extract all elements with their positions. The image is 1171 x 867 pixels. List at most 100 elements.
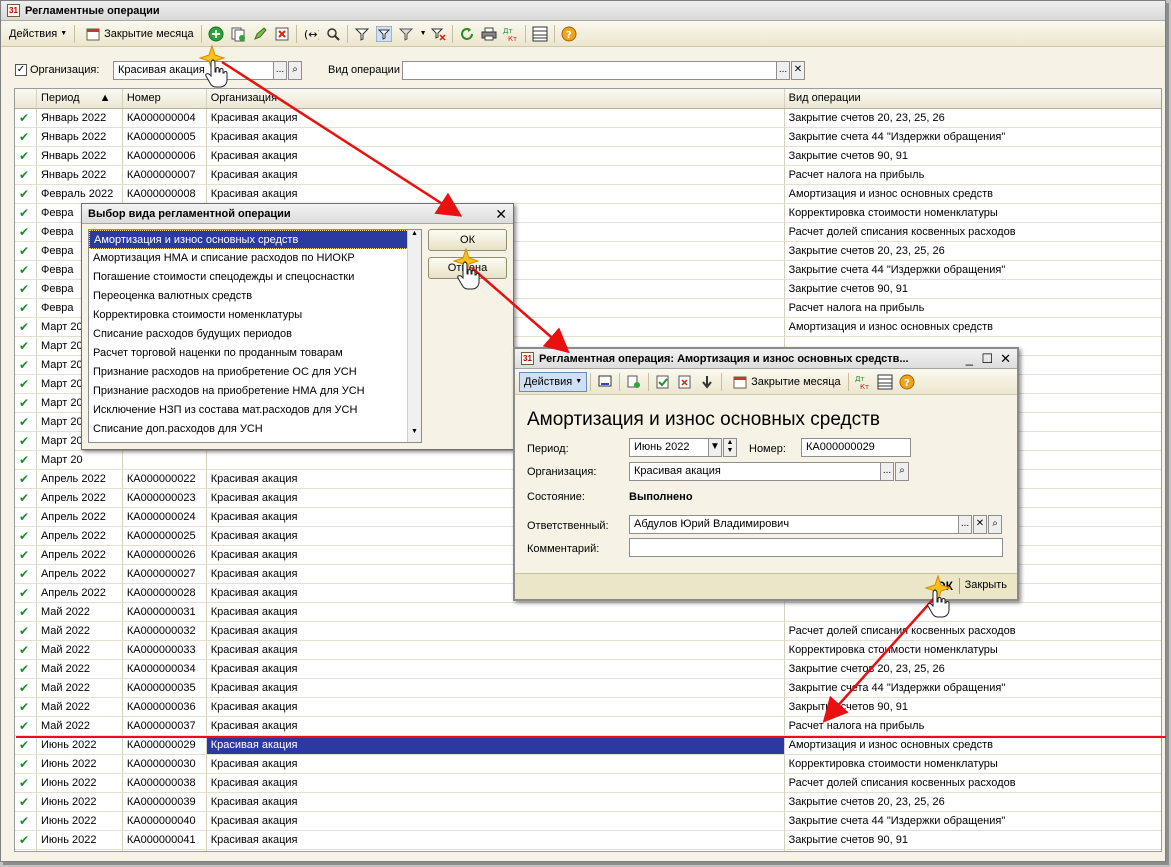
svg-text:Дт: Дт — [855, 375, 865, 383]
list-item[interactable]: Погашение стоимости спецодежды и спецосн… — [89, 268, 421, 287]
filter-icon[interactable] — [352, 24, 372, 44]
operation-cell — [785, 603, 1161, 621]
organization-cell: Красивая акация — [207, 717, 785, 735]
clear-icon[interactable]: ✕ — [973, 515, 987, 534]
table-row[interactable]: ✔ Июнь 2022 КА000000029 Красивая акация Амор… — [15, 736, 1161, 755]
select-button[interactable]: ... — [273, 61, 287, 80]
close-button[interactable]: Закрыть — [965, 579, 1007, 591]
header-operation[interactable]: Вид операции — [785, 89, 1161, 108]
organization-filter-checkbox[interactable]: ✓ — [15, 64, 27, 76]
close-month-button[interactable]: Закрытие месяца — [725, 372, 845, 392]
table-row[interactable]: ✔ Июнь 2022 КА000000040 Красивая акация Закр… — [15, 812, 1161, 831]
list-settings-icon[interactable] — [530, 24, 550, 44]
table-row[interactable]: ✔ Январь 2022 КА000000005 Красивая акация За… — [15, 128, 1161, 147]
spin-icon[interactable]: ▲ ▼ — [723, 438, 737, 457]
copy-icon[interactable] — [624, 372, 644, 392]
header-organization[interactable]: Организация — [207, 89, 785, 108]
list-item[interactable]: Признание расходов на приобретение НМА д… — [89, 382, 421, 401]
help-icon[interactable]: ? — [897, 372, 917, 392]
toolbar-separator — [721, 372, 723, 391]
search-icon[interactable]: ⌕ — [988, 515, 1002, 534]
header-number[interactable]: Номер — [123, 89, 207, 108]
number-cell: КА000000032 — [123, 622, 207, 640]
number-field[interactable]: КА000000029 — [801, 438, 911, 457]
unpost-icon[interactable] — [675, 372, 695, 392]
list-scrollbar[interactable]: ▲ ▼ — [407, 230, 421, 442]
filter-history-icon[interactable] — [396, 24, 416, 44]
edit-icon[interactable] — [250, 24, 270, 44]
table-row[interactable]: ✔ Май 2022 КА000000033 Красивая акация Корре… — [15, 641, 1161, 660]
ok-button[interactable]: ОК — [428, 229, 507, 251]
table-row[interactable]: ✔ Май 2022 КА000000034 Красивая акация Закры… — [15, 660, 1161, 679]
close-icon[interactable]: ✕ — [495, 206, 507, 223]
help-icon[interactable]: ? — [559, 24, 579, 44]
responsible-field[interactable]: Абдулов Юрий Владимирович — [629, 515, 959, 534]
actions-menu-button[interactable]: Действия ▼ — [5, 24, 71, 44]
list-item[interactable]: Расчет торговой наценки по проданным тов… — [89, 344, 421, 363]
search-icon[interactable] — [323, 24, 343, 44]
ok-button[interactable]: ОК — [936, 579, 953, 593]
search-icon[interactable]: ⌕ — [895, 462, 909, 481]
search-icon[interactable]: ⌕ — [288, 61, 302, 80]
filter-by-value-icon[interactable] — [374, 24, 394, 44]
delete-icon[interactable] — [272, 24, 292, 44]
period-field[interactable]: Июнь 2022 — [629, 438, 709, 457]
table-row[interactable]: ✔Июнь 2022КА000000042Красивая акацияРасч… — [15, 850, 1161, 851]
close-icon[interactable]: ✕ — [1000, 351, 1011, 367]
actions-menu-button[interactable]: Действия ▼ — [519, 371, 588, 392]
select-button[interactable]: ... — [958, 515, 972, 534]
list-item[interactable]: Признание расходов на приобретение ОС дл… — [89, 363, 421, 382]
print-icon[interactable] — [479, 24, 499, 44]
dropdown-arrow-icon[interactable]: ▼ — [420, 30, 427, 37]
maximize-icon[interactable]: ☐ — [981, 351, 993, 367]
table-row[interactable]: ✔ Май 2022 КА000000035 Красивая акация Закры… — [15, 679, 1161, 698]
list-settings-icon[interactable] — [875, 372, 895, 392]
minimize-icon[interactable]: _ — [966, 351, 973, 366]
table-row[interactable]: ✔ Май 2022 КА000000036 Красивая акация Закры… — [15, 698, 1161, 717]
list-item[interactable]: Списание расходов будущих периодов — [89, 325, 421, 344]
status-cell: ✔ — [15, 527, 37, 545]
select-button[interactable]: ... — [776, 61, 790, 80]
list-item[interactable]: Амортизация НМА и списание расходов по Н… — [89, 249, 421, 268]
op-filter-field[interactable] — [402, 61, 777, 80]
scroll-up-icon[interactable]: ▲ — [408, 230, 421, 244]
table-row[interactable]: ✔ Январь 2022 КА000000007 Красивая акация Ра… — [15, 166, 1161, 185]
clear-filter-icon[interactable] — [428, 24, 448, 44]
table-row[interactable]: ✔ Май 2022 КА000000037 Красивая акация Расче… — [15, 717, 1161, 736]
list-item[interactable]: Переоценка валютных средств — [89, 287, 421, 306]
table-row[interactable]: ✔ Июнь 2022 КА000000039 Красивая акация Закр… — [15, 793, 1161, 812]
clear-icon[interactable]: ✕ — [791, 61, 805, 80]
header-period[interactable]: Период ▲ — [37, 89, 123, 108]
cancel-button[interactable]: Отмена — [428, 257, 507, 279]
list-item[interactable]: Списание доп.расходов для УСН — [89, 420, 421, 439]
table-row[interactable]: ✔ Июнь 2022 КА000000041 Красивая акация Закр… — [15, 831, 1161, 850]
select-button[interactable]: ... — [880, 462, 894, 481]
scroll-down-icon[interactable]: ▼ — [408, 428, 421, 442]
dt-kt-icon[interactable]: Дт Кт — [853, 372, 873, 392]
table-row[interactable]: ✔ Январь 2022 КА000000004 Красивая акация За… — [15, 109, 1161, 128]
table-row[interactable]: ✔ Февраль 2022 КА000000008 Красивая акация А… — [15, 185, 1161, 204]
add-icon[interactable] — [206, 24, 226, 44]
dropdown-arrow-icon[interactable]: ▼ — [708, 438, 722, 457]
list-item[interactable]: Исключение НЗП из состава мат.расходов д… — [89, 401, 421, 420]
table-row[interactable]: ✔ Май 2022 КА000000032 Красивая акация Расче… — [15, 622, 1161, 641]
copy-icon[interactable] — [228, 24, 248, 44]
table-row[interactable]: ✔ Июнь 2022 КА000000038 Красивая акация Расч… — [15, 774, 1161, 793]
list-item[interactable]: Корректировка стоимости номенклатуры — [89, 306, 421, 325]
list-item[interactable]: Амортизация и износ основных средств — [89, 230, 421, 249]
posted-check-icon: ✔ — [19, 225, 30, 239]
post-icon[interactable] — [653, 372, 673, 392]
table-row[interactable]: ✔ Май 2022 КА000000031 Красивая акация — [15, 603, 1161, 622]
arrow-down-icon[interactable] — [697, 372, 717, 392]
post-and-close-icon[interactable] — [595, 372, 615, 392]
table-row[interactable]: ✔ Январь 2022 КА000000006 Красивая акация За… — [15, 147, 1161, 166]
list-items: Амортизация и износ основных средств Амор… — [89, 230, 421, 439]
close-month-button[interactable]: Закрытие месяца — [78, 24, 198, 44]
org-filter-field[interactable]: Красивая акация — [113, 61, 274, 80]
table-row[interactable]: ✔ Июнь 2022 КА000000030 Красивая акация Корр… — [15, 755, 1161, 774]
dt-kt-icon[interactable]: Дт Кт — [501, 24, 521, 44]
organization-field[interactable]: Красивая акация — [629, 462, 881, 481]
comment-field[interactable] — [629, 538, 1003, 557]
interval-icon[interactable]: (↔) — [301, 24, 321, 44]
refresh-icon[interactable] — [457, 24, 477, 44]
